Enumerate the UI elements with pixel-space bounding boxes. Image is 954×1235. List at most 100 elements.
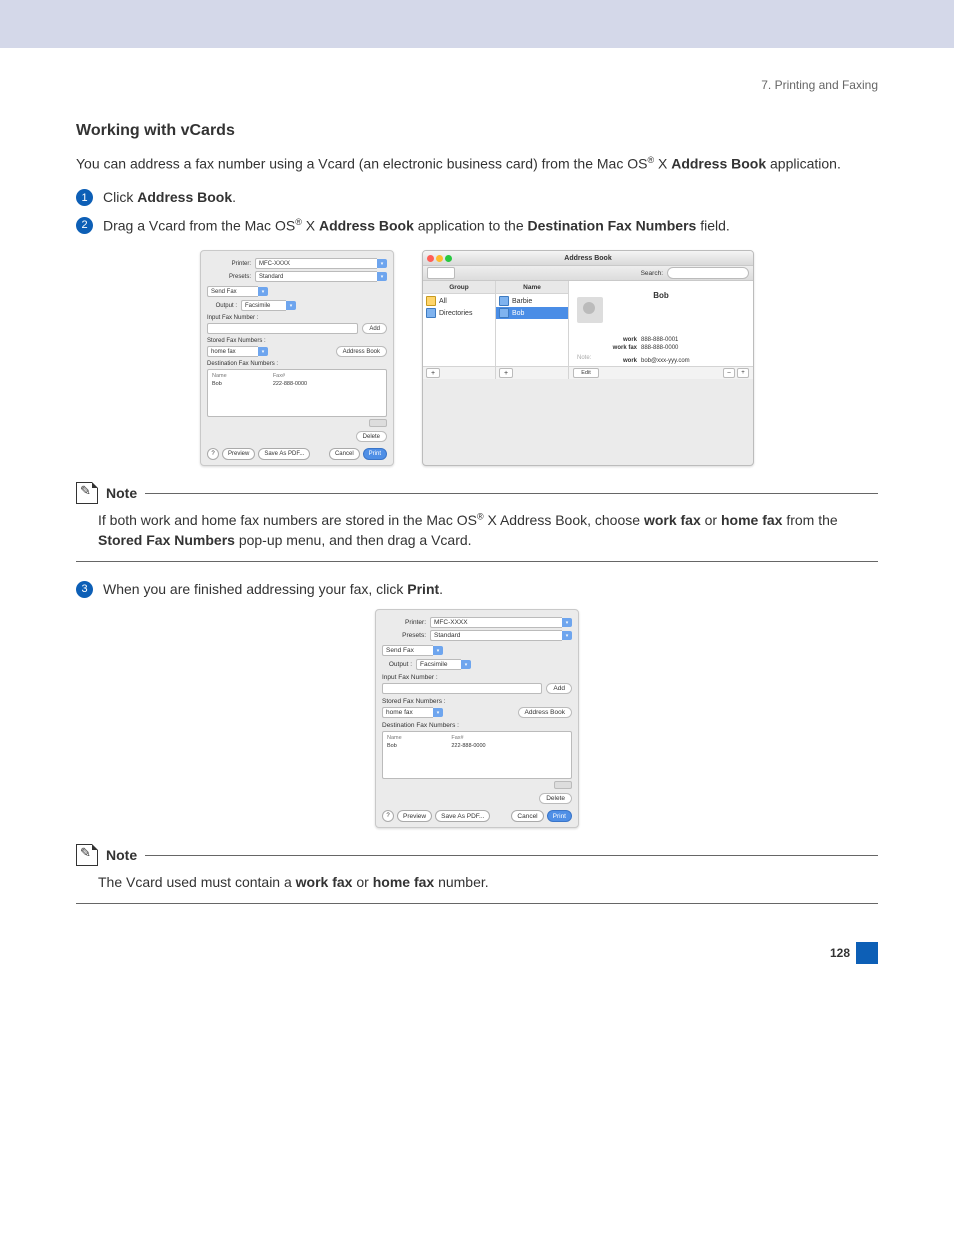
cancel-button[interactable]: Cancel [511,810,543,822]
input-fax-field[interactable] [207,323,358,334]
page-footer: 128 [0,942,954,994]
next-card-button[interactable]: + [737,368,749,378]
step3-post: . [439,581,443,597]
contact-bob[interactable]: Bob [496,307,568,319]
add-button[interactable]: Add [362,323,387,334]
output-select[interactable]: Facsimile [416,659,461,670]
panel-select[interactable]: Send Fax [207,286,258,297]
cell-fax: 222-888-0000 [272,380,383,388]
dest-fax-list[interactable]: NameFax# Bob222-888-0000 [382,731,572,779]
dest-fax-list[interactable]: NameFax# Bob222-888-0000 [207,369,387,417]
page-content: 7. Printing and Faxing Working with vCar… [0,48,954,942]
save-as-pdf-button[interactable]: Save As PDF... [435,810,490,822]
input-fax-field[interactable] [382,683,542,694]
person-icon [499,296,509,306]
view-toggle[interactable] [427,267,455,279]
preview-button[interactable]: Preview [222,448,255,460]
input-fax-label: Input Fax Number : [207,315,387,321]
presets-value: Standard [259,274,283,280]
email-value: bob@xxx-yyy.com [641,358,690,364]
resize-handle[interactable] [369,419,387,427]
help-icon[interactable]: ? [207,448,219,460]
intro-tail: application. [766,156,841,172]
group-directories[interactable]: Directories [423,307,495,319]
dropdown-arrow-icon[interactable]: ▾ [286,301,296,310]
work-label: work [597,336,637,344]
search-input[interactable] [667,267,749,279]
dropdown-arrow-icon[interactable]: ▾ [461,660,471,669]
dropdown-arrow-icon[interactable]: ▾ [562,618,572,627]
presets-label: Presets: [382,632,426,639]
dropdown-arrow-icon[interactable]: ▾ [258,347,268,356]
step2-post: field. [696,218,729,234]
contact-barbie-label: Barbie [512,298,532,305]
note2-t1: The Vcard used must contain a [98,874,296,890]
workfax-label: work fax [597,344,637,352]
delete-button[interactable]: Delete [356,431,387,442]
table-row[interactable]: Bob222-888-0000 [211,380,383,388]
note2-b1: work fax [296,874,353,890]
edit-button[interactable]: Edit [573,368,599,378]
presets-select[interactable]: Standard [430,630,562,641]
add-contact-button[interactable]: + [499,368,513,378]
dropdown-arrow-icon[interactable]: ▾ [258,287,268,296]
dropdown-arrow-icon[interactable]: ▾ [377,259,387,268]
col-name: Name [386,734,450,742]
dest-fax-label: Destination Fax Numbers : [207,361,387,367]
output-select[interactable]: Facsimile [241,300,286,311]
add-button[interactable]: Add [546,683,572,694]
address-book-button[interactable]: Address Book [518,707,572,718]
note-label: Note: [577,355,591,361]
step2-mid2: application to the [414,218,528,234]
email-label: work [597,357,637,365]
address-book-button[interactable]: Address Book [336,346,387,357]
table-row[interactable]: Bob222-888-0000 [386,742,568,750]
group-all[interactable]: All [423,295,495,307]
add-group-button[interactable]: + [426,368,440,378]
save-as-pdf-button[interactable]: Save As PDF... [258,448,310,460]
preview-button[interactable]: Preview [397,810,432,822]
step3-bold: Print [407,581,439,597]
registered-symbol: ® [295,217,302,227]
contact-barbie[interactable]: Barbie [496,295,568,307]
detail-column: Bob work888-888-0001 work fax888-888-000… [569,281,753,379]
print-button[interactable]: Print [363,448,387,460]
person-icon [499,308,509,318]
name-column: Name Barbie Bob + [496,281,569,379]
dropdown-arrow-icon[interactable]: ▾ [433,708,443,717]
col-name: Name [211,372,272,380]
presets-select[interactable]: Standard [255,271,377,282]
printer-select[interactable]: MFC-XXXX [255,258,377,269]
delete-button[interactable]: Delete [539,793,572,804]
output-label: Output : [382,661,412,668]
step1-post: . [232,189,236,205]
chapter-breadcrumb: 7. Printing and Faxing [76,78,878,92]
stored-fax-select[interactable]: home fax [207,346,258,357]
note1-b2: home fax [721,512,782,528]
help-icon[interactable]: ? [382,810,394,822]
output-label: Output : [207,303,237,309]
prev-card-button[interactable]: – [723,368,735,378]
cancel-button[interactable]: Cancel [329,448,360,460]
resize-handle[interactable] [554,781,572,789]
folder-icon [426,296,436,306]
dropdown-arrow-icon[interactable]: ▾ [433,646,443,655]
dropdown-arrow-icon[interactable]: ▾ [562,631,572,640]
divider [145,855,878,856]
printer-value: MFC-XXXX [434,619,468,626]
cell-fax: 222-888-0000 [450,742,568,750]
note1-t2: X Address Book, choose [484,512,644,528]
note1-t5: pop-up menu, and then drag a Vcard. [235,532,472,548]
step-2-text: Drag a Vcard from the Mac OS® X Address … [103,216,878,236]
printer-select[interactable]: MFC-XXXX [430,617,562,628]
note1-t4: from the [782,512,837,528]
note-title: Note [106,847,137,863]
col-fax: Fax# [450,734,568,742]
cell-name: Bob [211,380,272,388]
dest-fax-label: Destination Fax Numbers : [382,722,572,729]
printer-label: Printer: [207,261,251,267]
dropdown-arrow-icon[interactable]: ▾ [377,272,387,281]
stored-fax-select[interactable]: home fax [382,707,433,718]
print-button[interactable]: Print [547,810,572,822]
panel-select[interactable]: Send Fax [382,645,433,656]
